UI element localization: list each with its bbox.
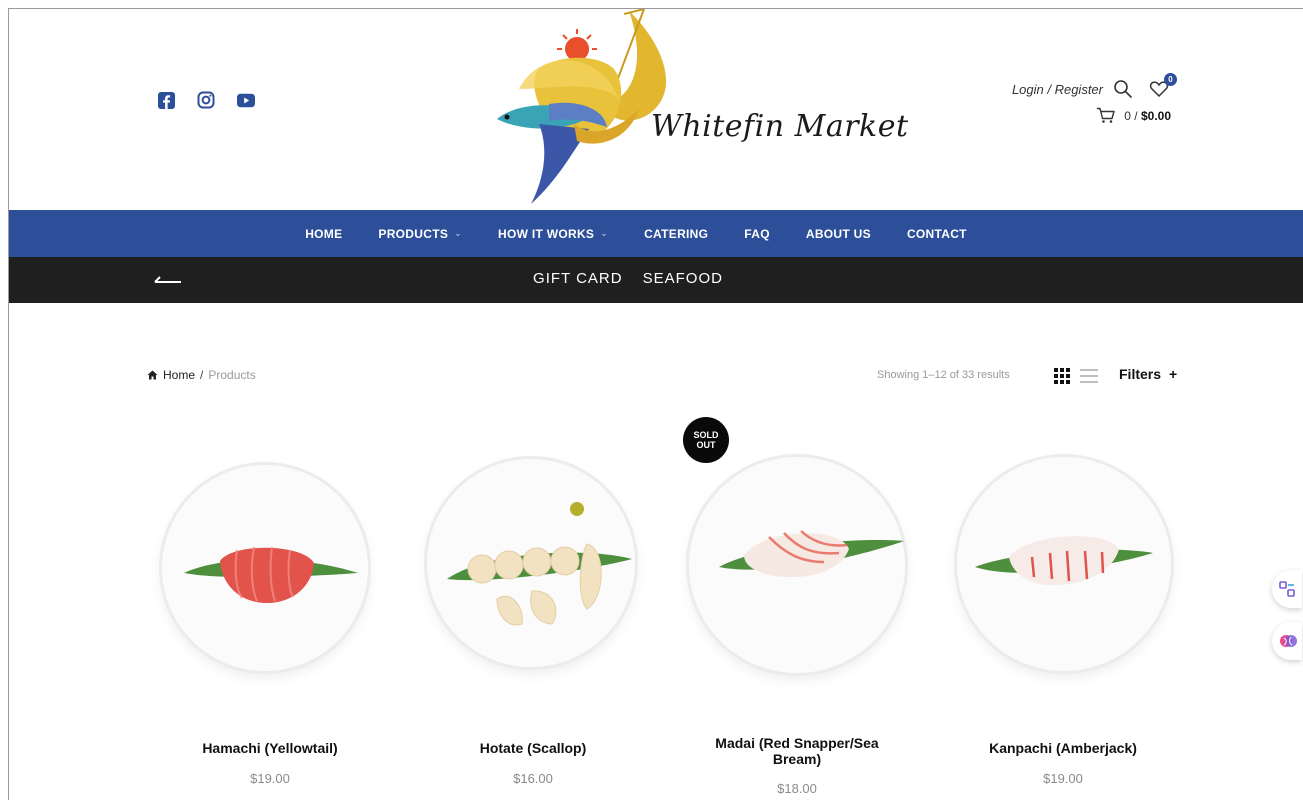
list-view-icon[interactable] xyxy=(1079,367,1099,385)
nav-label: PRODUCTS xyxy=(378,226,449,241)
cart-icon xyxy=(1097,107,1115,123)
product-price: $19.00 xyxy=(250,771,290,786)
nav-label: CATERING xyxy=(644,226,709,241)
page: Whitefin Market Login / Register 0 0 / $… xyxy=(8,8,1303,800)
main-nav: HOME PRODUCTS ⌄ HOW IT WORKS ⌄ CATERING FA… xyxy=(9,210,1303,257)
breadcrumb-separator: / xyxy=(200,368,204,382)
subnav-label: SEAFOOD xyxy=(642,270,723,287)
product-image[interactable] xyxy=(427,459,635,667)
grid-view-icon[interactable] xyxy=(1053,367,1071,385)
site-header: Whitefin Market Login / Register 0 0 / $… xyxy=(9,9,1303,210)
product-name[interactable]: Hamachi (Yellowtail) xyxy=(154,740,386,756)
facebook-icon[interactable] xyxy=(157,91,175,109)
breadcrumb-home[interactable]: Home xyxy=(163,368,195,382)
nav-item-faq[interactable]: FAQ xyxy=(726,227,788,241)
subnav-label: GIFT CARD xyxy=(533,270,623,287)
floating-widget-icon[interactable] xyxy=(1272,570,1302,608)
nav-label: CONTACT xyxy=(906,226,967,241)
cart-separator: / xyxy=(1134,108,1138,123)
nav-label: HOME xyxy=(305,226,343,241)
breadcrumb: Home / Products xyxy=(147,368,256,382)
subnav-gift-card[interactable]: GIFT CARD xyxy=(533,270,623,288)
cart-count: 0 xyxy=(1124,108,1131,123)
product-price: $18.00 xyxy=(777,781,817,796)
results-count: Showing 1–12 of 33 results xyxy=(877,369,1010,381)
product-card[interactable]: Hotate (Scallop) $16.00 xyxy=(417,449,649,800)
product-image[interactable] xyxy=(689,457,905,673)
product-price: $16.00 xyxy=(513,771,553,786)
login-register-link[interactable]: Login / Register xyxy=(1012,82,1103,97)
home-icon xyxy=(147,370,158,380)
chevron-down-icon: ⌄ xyxy=(454,228,462,238)
breadcrumb-current: Products xyxy=(208,368,256,382)
nav-label: HOW IT WORKS xyxy=(497,226,595,241)
fish-logo-graphic xyxy=(497,9,667,204)
sold-out-badge: SOLD OUT xyxy=(683,417,729,463)
chevron-down-icon: ⌄ xyxy=(600,228,609,238)
product-card[interactable]: Kanpachi (Amberjack) $19.00 xyxy=(947,449,1179,800)
nav-label: ABOUT US xyxy=(805,226,871,241)
product-card[interactable]: Madai (Red Snapper/Sea Bream) $18.00 xyxy=(681,449,913,800)
cart-summary[interactable]: 0 / $0.00 xyxy=(1096,107,1171,124)
nav-item-about-us[interactable]: ABOUT US xyxy=(788,227,889,241)
instagram-icon[interactable] xyxy=(197,91,215,109)
product-price: $19.00 xyxy=(1043,771,1083,786)
product-image[interactable] xyxy=(162,465,368,671)
cart-total: $0.00 xyxy=(1140,108,1171,123)
nav-label: FAQ xyxy=(744,226,770,241)
wishlist-count-badge: 0 xyxy=(1164,73,1177,86)
brand-name: Whitefin Market xyxy=(651,109,909,144)
search-icon[interactable] xyxy=(1113,79,1133,99)
category-subnav: GIFT CARD SEAFOOD xyxy=(9,257,1303,303)
nav-item-home[interactable]: HOME xyxy=(287,227,360,241)
nav-item-how-it-works[interactable]: HOW IT WORKS ⌄ xyxy=(480,227,626,241)
product-name[interactable]: Kanpachi (Amberjack) xyxy=(947,740,1179,756)
product-name[interactable]: Madai (Red Snapper/Sea Bream) xyxy=(681,735,913,767)
floating-brain-icon[interactable] xyxy=(1272,622,1302,660)
subnav-seafood[interactable]: SEAFOOD xyxy=(643,270,723,288)
product-image[interactable] xyxy=(957,457,1171,671)
youtube-icon[interactable] xyxy=(237,91,255,109)
product-card[interactable]: Hamachi (Yellowtail) $19.00 xyxy=(154,449,386,800)
header-account: Login / Register 0 0 / $0.00 xyxy=(963,73,1183,139)
filters-label: Filters xyxy=(1119,366,1162,382)
nav-item-products[interactable]: PRODUCTS ⌄ xyxy=(360,227,480,241)
product-name[interactable]: Hotate (Scallop) xyxy=(417,740,649,756)
site-logo[interactable]: Whitefin Market xyxy=(479,9,908,209)
nav-item-catering[interactable]: CATERING xyxy=(626,227,726,241)
filters-toggle[interactable]: Filters + xyxy=(1119,366,1177,382)
nav-item-contact[interactable]: CONTACT xyxy=(889,227,985,241)
plus-icon: + xyxy=(1169,366,1178,382)
social-links xyxy=(157,91,255,109)
